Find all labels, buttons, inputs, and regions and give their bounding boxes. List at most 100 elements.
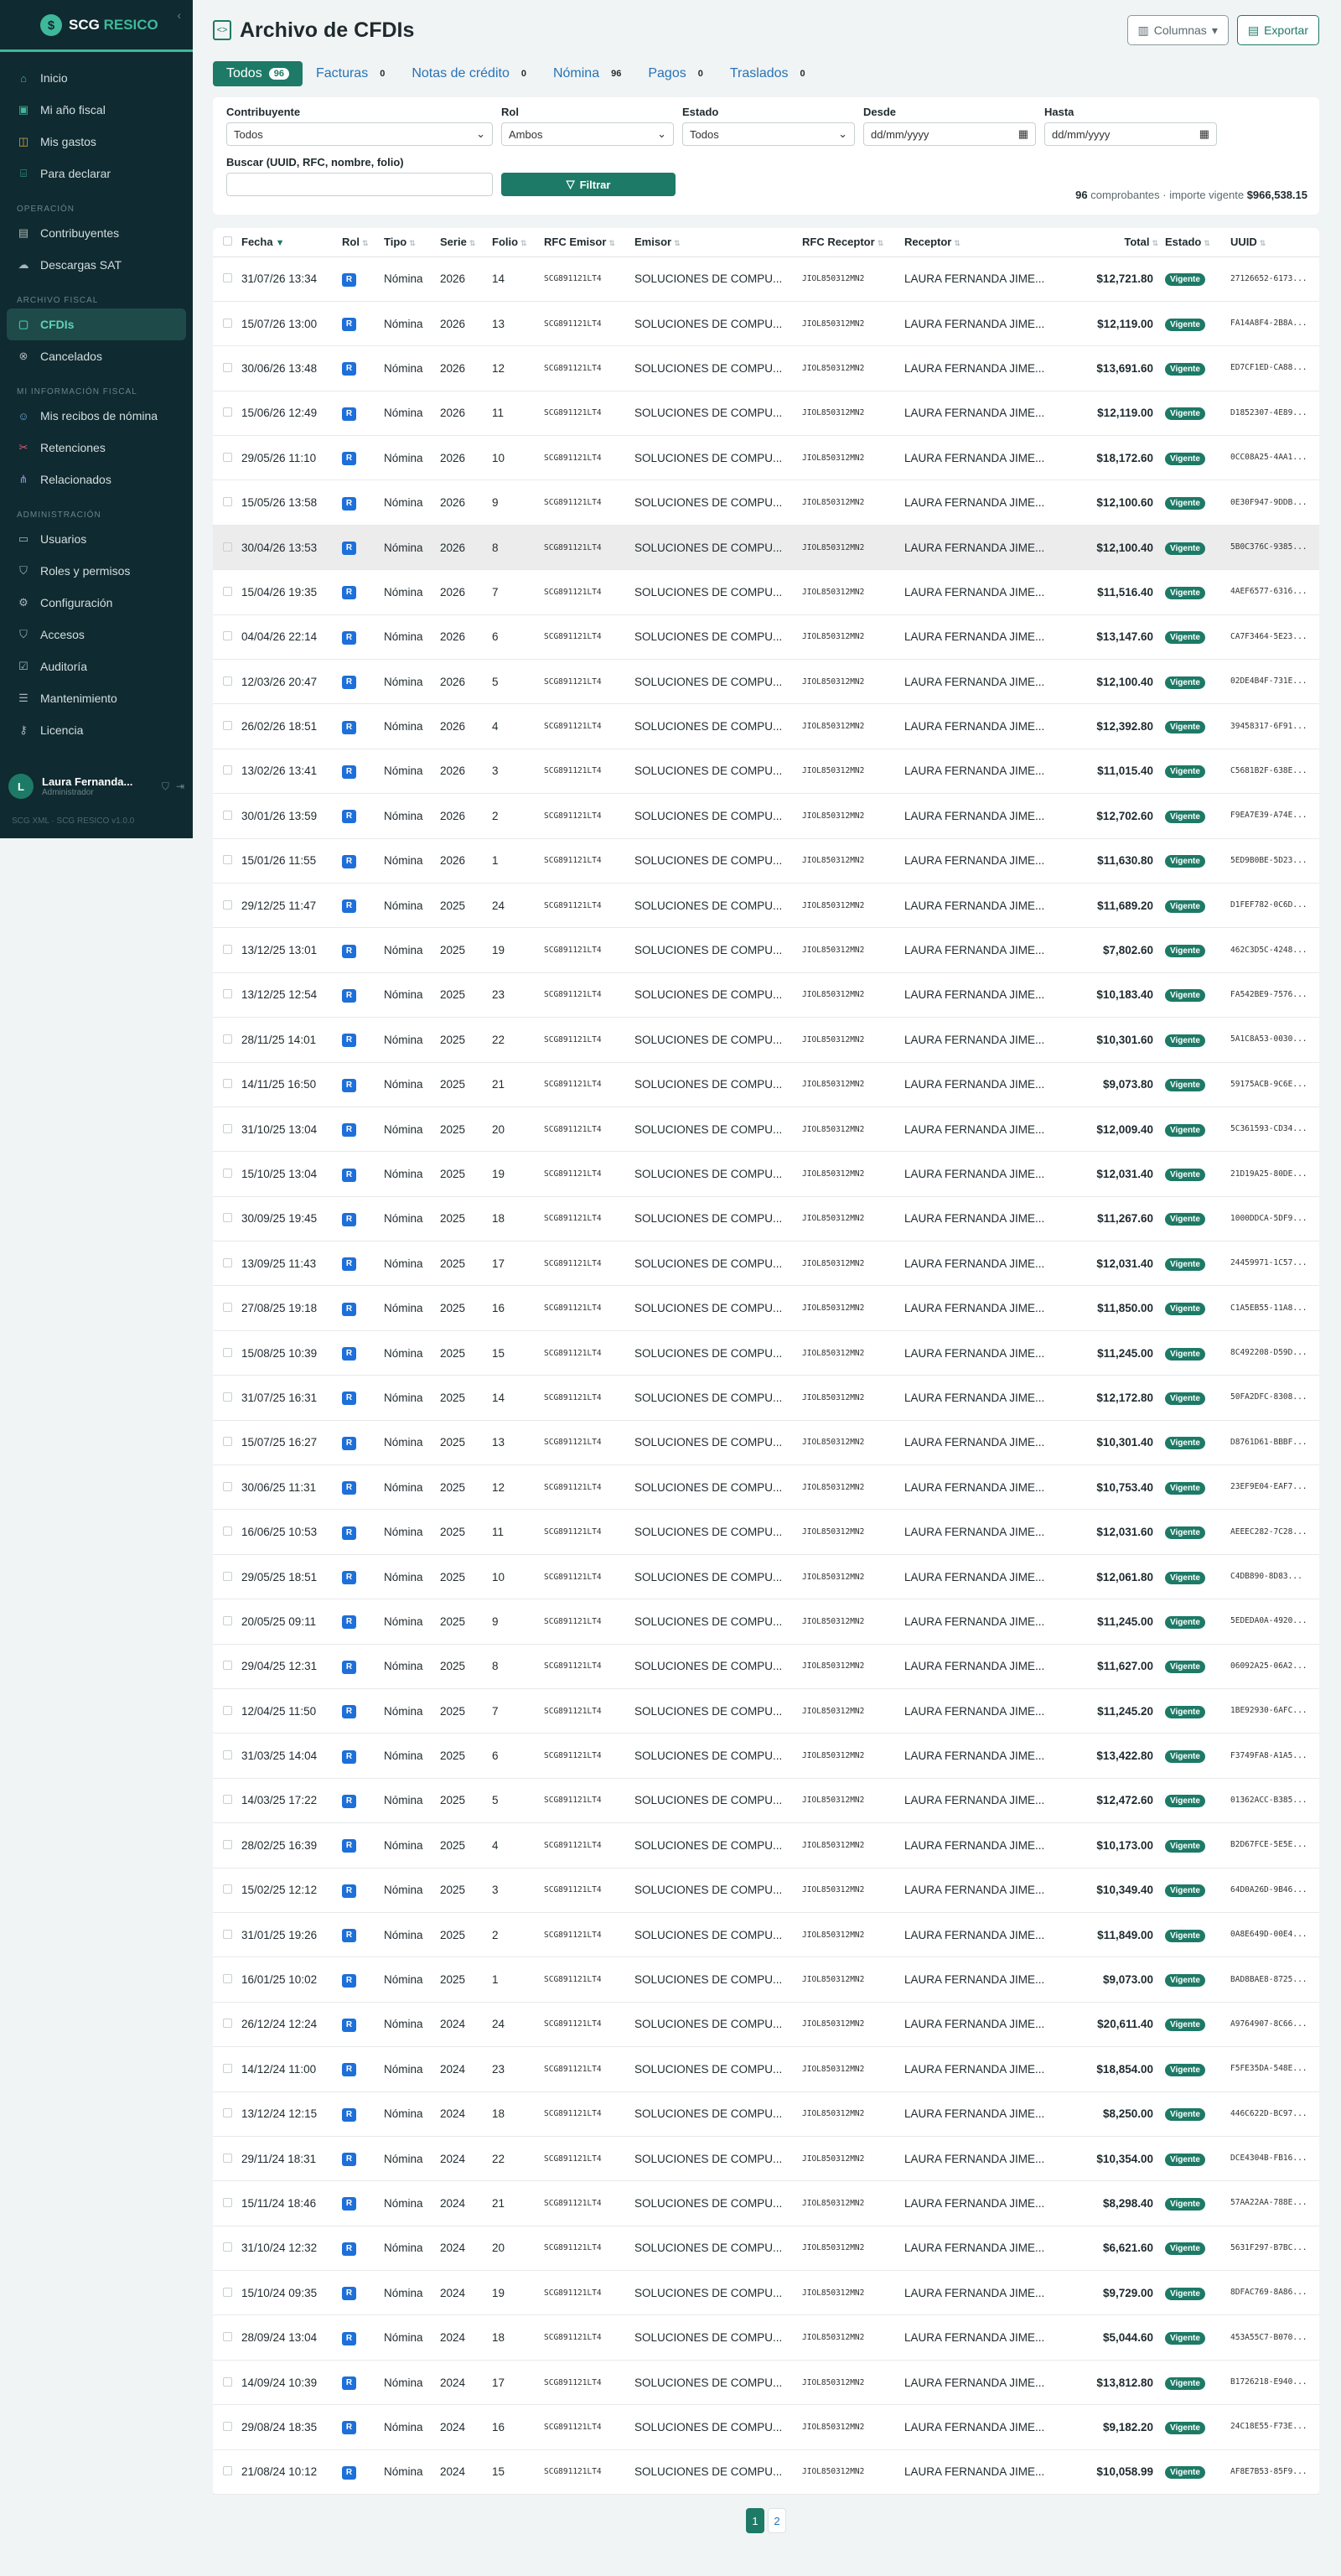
column-header-rfc-emisor[interactable]: RFC Emisor ⇅ (541, 228, 631, 257)
table-row[interactable]: 30/09/25 19:45 R Nómina 2025 18 SCG891121LT4 S… (213, 1196, 1319, 1242)
tab-traslados[interactable]: Traslados 0 (717, 61, 819, 86)
column-header-tipo[interactable]: Tipo ⇅ (381, 228, 437, 257)
table-row[interactable]: 31/01/25 19:26 R Nómina 2025 2 SCG891121LT4 SO… (213, 1912, 1319, 1958)
table-row[interactable]: 26/12/24 12:24 R Nómina 2024 24 SCG891121LT4 S… (213, 2002, 1319, 2048)
sidebar-item-mi-año-fiscal[interactable]: ▣ Mi año fiscal (7, 94, 186, 126)
tab-facturas[interactable]: Facturas 0 (303, 61, 398, 86)
row-checkbox[interactable] (223, 2287, 232, 2297)
table-row[interactable]: 29/05/26 11:10 R Nómina 2026 10 SCG891121LT4 S… (213, 435, 1319, 481)
column-header-receptor[interactable]: Receptor ⇅ (901, 228, 1074, 257)
table-row[interactable]: 30/04/26 13:53 R Nómina 2026 8 SCG891121LT4 SO… (213, 525, 1319, 571)
row-checkbox[interactable] (223, 452, 232, 462)
sidebar-item-inicio[interactable]: ⌂ Inicio (7, 62, 186, 94)
sidebar-item-accesos[interactable]: ⛉ Accesos (7, 619, 186, 650)
sidebar-item-mis-recibos-de-nómina[interactable]: ☺ Mis recibos de nómina (7, 400, 186, 432)
tab-nómina[interactable]: Nómina 96 (540, 61, 634, 86)
column-header-rol[interactable]: Rol ⇅ (339, 228, 381, 257)
row-checkbox[interactable] (223, 765, 232, 775)
columns-button[interactable]: ▥ Columnas ▾ (1126, 15, 1229, 45)
table-row[interactable]: 15/04/26 19:35 R Nómina 2026 7 SCG891121LT4 SO… (213, 569, 1319, 615)
sidebar-item-roles-y-permisos[interactable]: ⛉ Roles y permisos (7, 555, 186, 587)
table-row[interactable]: 29/08/24 18:35 R Nómina 2024 16 SCG891121LT4 S… (213, 2404, 1319, 2450)
table-row[interactable]: 15/08/25 10:39 R Nómina 2025 15 SCG891121LT4 S… (213, 1330, 1319, 1376)
table-row[interactable]: 30/06/26 13:48 R Nómina 2026 12 SCG891121LT4 S… (213, 345, 1319, 391)
row-checkbox[interactable] (223, 1303, 232, 1313)
rol-select[interactable]: Ambos ⌄ (501, 122, 674, 146)
table-row[interactable]: 31/03/25 14:04 R Nómina 2025 6 SCG891121LT4 SO… (213, 1733, 1319, 1779)
row-checkbox[interactable] (223, 542, 232, 552)
row-checkbox[interactable] (223, 1257, 232, 1267)
sidebar-item-licencia[interactable]: ⚷ Licencia (7, 714, 186, 746)
row-checkbox[interactable] (223, 1526, 232, 1537)
sidebar-item-retenciones[interactable]: ✂ Retenciones (7, 432, 186, 464)
sidebar-item-mantenimiento[interactable]: ☰ Mantenimiento (7, 682, 186, 714)
table-row[interactable]: 16/06/25 10:53 R Nómina 2025 11 SCG891121LT4 S… (213, 1509, 1319, 1555)
table-row[interactable]: 20/05/25 09:11 R Nómina 2025 9 SCG891121LT4 SO… (213, 1599, 1319, 1645)
tab-pagos[interactable]: Pagos 0 (634, 61, 717, 86)
row-checkbox[interactable] (223, 1705, 232, 1715)
column-header-total[interactable]: Total ⇅ (1074, 228, 1162, 257)
row-checkbox[interactable] (223, 1169, 232, 1178)
table-row[interactable]: 30/01/26 13:59 R Nómina 2026 2 SCG891121LT4 SO… (213, 793, 1319, 839)
row-checkbox[interactable] (223, 2466, 232, 2476)
column-header-uuid[interactable]: UUID ⇅ (1227, 228, 1319, 257)
row-checkbox[interactable] (223, 2332, 232, 2342)
table-row[interactable]: 28/09/24 13:04 R Nómina 2024 18 SCG891121LT4 S… (213, 2314, 1319, 2361)
table-row[interactable]: 27/08/25 19:18 R Nómina 2025 16 SCG891121LT4 S… (213, 1285, 1319, 1331)
table-row[interactable]: 29/11/24 18:31 R Nómina 2024 22 SCG891121LT4 S… (213, 2136, 1319, 2182)
row-checkbox[interactable] (223, 2376, 232, 2387)
row-checkbox[interactable] (223, 2019, 232, 2029)
row-checkbox[interactable] (223, 2421, 232, 2431)
sidebar-item-relacionados[interactable]: ⋔ Relacionados (7, 464, 186, 495)
table-row[interactable]: 14/12/24 11:00 R Nómina 2024 23 SCG891121LT4 S… (213, 2046, 1319, 2092)
tab-notas-de-crédito[interactable]: Notas de crédito 0 (398, 61, 540, 86)
table-row[interactable]: 26/02/26 18:51 R Nómina 2026 4 SCG891121LT4 SO… (213, 703, 1319, 749)
table-row[interactable]: 29/12/25 11:47 R Nómina 2025 24 SCG891121LT4 S… (213, 883, 1319, 929)
row-checkbox[interactable] (223, 899, 232, 910)
table-row[interactable]: 15/06/26 12:49 R Nómina 2026 11 SCG891121LT4 S… (213, 391, 1319, 437)
logout-icon[interactable]: ⇥ (176, 780, 184, 793)
table-row[interactable]: 04/04/26 22:14 R Nómina 2026 6 SCG891121LT4 SO… (213, 614, 1319, 661)
row-checkbox[interactable] (223, 2108, 232, 2118)
row-checkbox[interactable] (223, 1571, 232, 1581)
sidebar-item-contribuyentes[interactable]: ▤ Contribuyentes (7, 217, 186, 249)
filter-button[interactable]: ▽ Filtrar (501, 173, 676, 196)
column-header-folio[interactable]: Folio ⇅ (489, 228, 541, 257)
table-row[interactable]: 13/12/25 12:54 R Nómina 2025 23 SCG891121LT4 S… (213, 972, 1319, 1018)
row-checkbox[interactable] (223, 1795, 232, 1805)
row-checkbox[interactable] (223, 2242, 232, 2252)
row-checkbox[interactable] (223, 1079, 232, 1089)
table-row[interactable]: 13/12/24 12:15 R Nómina 2024 18 SCG891121LT4 S… (213, 2091, 1319, 2137)
table-row[interactable]: 13/12/25 13:01 R Nómina 2025 19 SCG891121LT4 S… (213, 927, 1319, 973)
column-header-estado[interactable]: Estado ⇅ (1162, 228, 1227, 257)
sidebar-item-mis-gastos[interactable]: ◫ Mis gastos (7, 126, 186, 158)
row-checkbox[interactable] (223, 1839, 232, 1849)
sidebar-item-descargas-sat[interactable]: ☁ Descargas SAT (7, 249, 186, 281)
row-checkbox[interactable] (223, 318, 232, 328)
table-row[interactable]: 15/07/25 16:27 R Nómina 2025 13 SCG891121LT4 S… (213, 1420, 1319, 1466)
page-button[interactable]: 1 (746, 2508, 764, 2534)
calendar-icon[interactable]: ▦ (1018, 127, 1028, 141)
export-button[interactable]: ▤ Exportar (1236, 15, 1319, 45)
table-row[interactable]: 31/10/25 13:04 R Nómina 2025 20 SCG891121LT4 S… (213, 1107, 1319, 1153)
table-row[interactable]: 12/04/25 11:50 R Nómina 2025 7 SCG891121LT4 SO… (213, 1688, 1319, 1734)
desde-date-input[interactable]: dd/mm/yyyy ▦ (863, 122, 1036, 146)
table-row[interactable]: 21/08/24 10:12 R Nómina 2024 15 SCG891121LT4 S… (213, 2449, 1319, 2496)
row-checkbox[interactable] (223, 631, 232, 641)
table-row[interactable]: 15/10/25 13:04 R Nómina 2025 19 SCG891121LT4 S… (213, 1151, 1319, 1197)
row-checkbox[interactable] (223, 1750, 232, 1760)
row-checkbox[interactable] (223, 273, 232, 283)
search-input[interactable] (226, 173, 493, 196)
row-checkbox[interactable] (223, 1481, 232, 1491)
table-row[interactable]: 31/07/26 13:34 R Nómina 2026 14 SCG891121LT4 S… (213, 257, 1319, 302)
column-header-rfc-receptor[interactable]: RFC Receptor ⇅ (799, 228, 901, 257)
row-checkbox[interactable] (223, 945, 232, 955)
table-row[interactable]: 28/02/25 16:39 R Nómina 2025 4 SCG891121LT4 SO… (213, 1822, 1319, 1869)
table-row[interactable]: 15/07/26 13:00 R Nómina 2026 13 SCG891121LT4 S… (213, 301, 1319, 347)
security-shield-icon[interactable]: ⛉ (162, 780, 169, 793)
sidebar-item-configuración[interactable]: ⚙ Configuración (7, 587, 186, 619)
sidebar-item-cancelados[interactable]: ⊗ Cancelados (7, 340, 186, 372)
table-row[interactable]: 15/05/26 13:58 R Nómina 2026 9 SCG891121LT4 SO… (213, 479, 1319, 526)
table-row[interactable]: 15/11/24 18:46 R Nómina 2024 21 SCG891121LT4 S… (213, 2180, 1319, 2226)
row-checkbox[interactable] (223, 407, 232, 417)
